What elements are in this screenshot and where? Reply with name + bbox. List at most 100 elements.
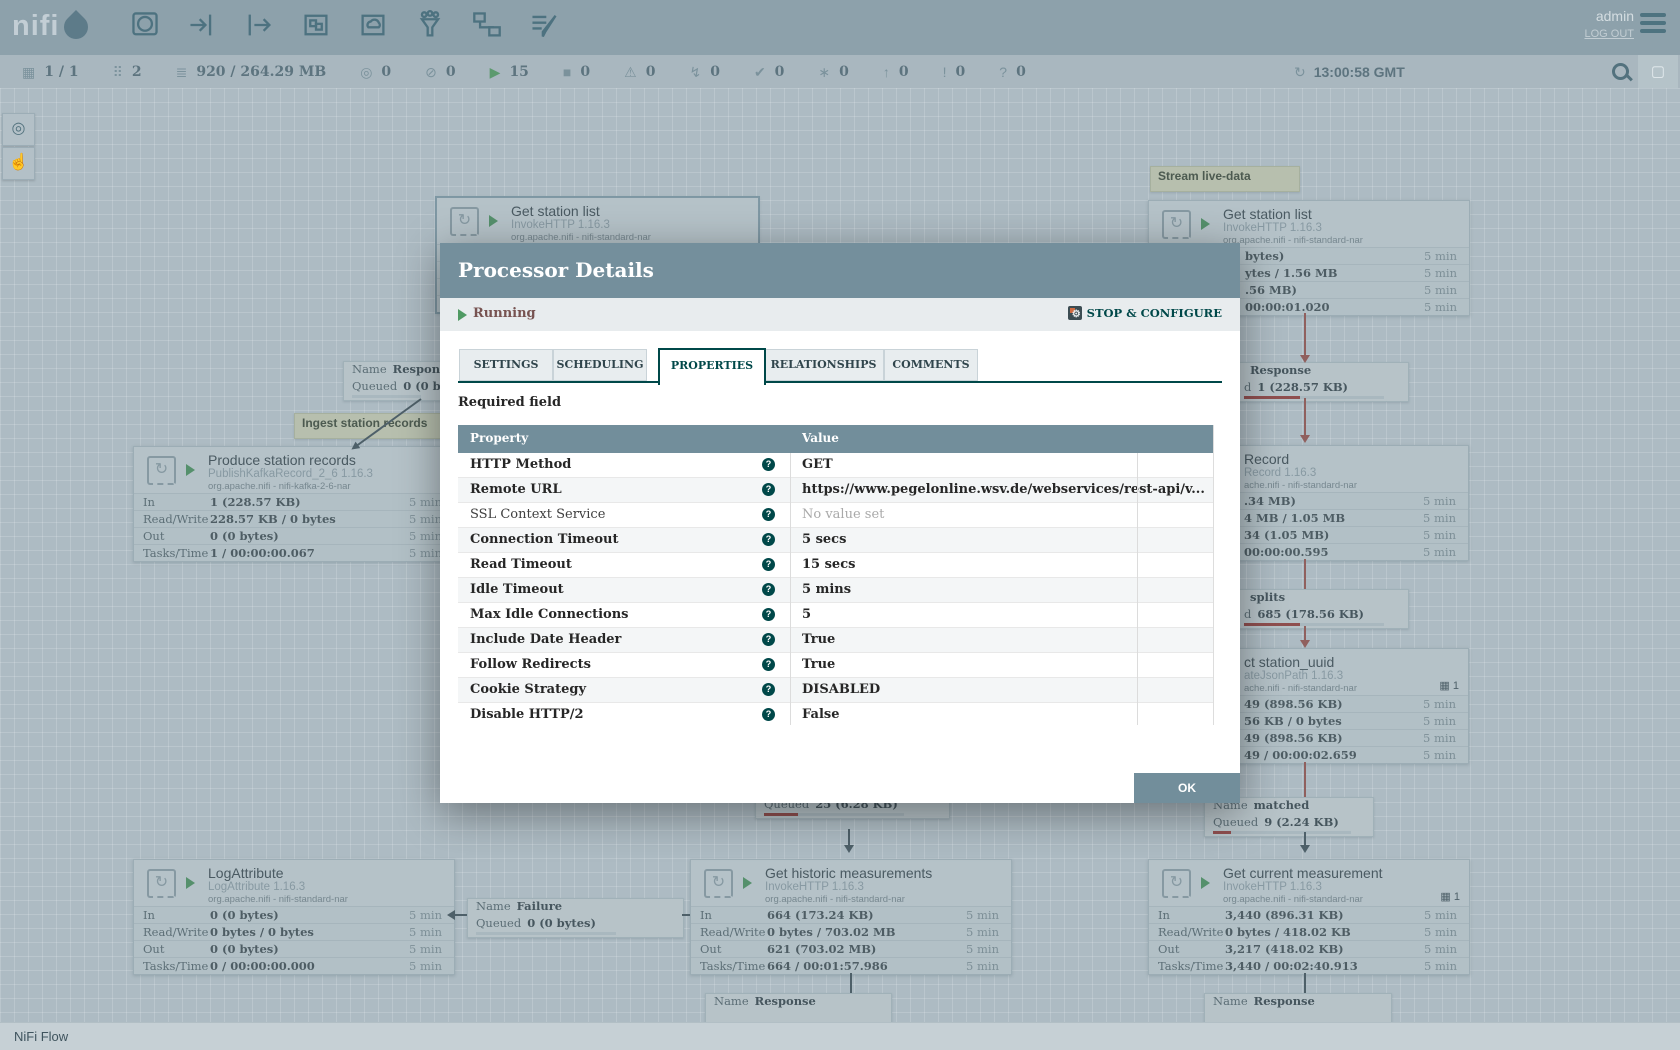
processor-extract-station-uuid[interactable]: ct station_uuidateJsonPath 1.16.3ache.ni…	[1233, 648, 1469, 764]
connection-label-failure[interactable]: NameFailureQueued0 (0 bytes)	[467, 898, 684, 938]
nifi-logo: nifi	[12, 10, 88, 46]
status-threads-count: 2	[132, 64, 142, 80]
dialog-titlebar: Processor Details	[440, 243, 1240, 298]
help-icon[interactable]: ?	[762, 558, 775, 571]
processor-stat-row: Out0 (0 bytes)5 min	[134, 527, 454, 544]
status-sync-failure-count: 0	[1016, 64, 1026, 80]
birdseye-toggle-button[interactable]: ▢	[1638, 55, 1678, 88]
property-value: 5 mins	[802, 582, 851, 597]
connection-line[interactable]	[455, 914, 467, 916]
help-icon[interactable]: ?	[762, 583, 775, 596]
processor-type: InvokeHTTP 1.16.3	[511, 219, 610, 231]
processor-stat-row: 49 (898.56 KB)5 min	[1234, 695, 1468, 712]
status-up-to-date-count: 0	[775, 64, 785, 80]
output-port-icon[interactable]	[242, 8, 276, 42]
processor-name: Get station list	[511, 203, 600, 219]
processor-icon: ↻	[1162, 869, 1191, 898]
connection-label-response-one[interactable]: Responsed1 (228.57 KB)	[1235, 362, 1409, 402]
funnel-icon[interactable]	[413, 8, 447, 42]
status-items: ▦1 / 1⠿2≣920 / 264.29 MB◎0⊘0▶15■0⚠0↯0✔0∗…	[22, 55, 1026, 88]
connection-label-splits[interactable]: splitsd685 (178.56 KB)	[1235, 589, 1409, 629]
processor-record[interactable]: RecordRecord 1.16.3ache.nifi - nifi-stan…	[1233, 445, 1469, 561]
template-icon[interactable]	[470, 8, 504, 42]
status-threads: ⠿2	[113, 64, 142, 80]
connection-label-matched[interactable]: NamematchedQueued9 (2.24 KB)	[1204, 797, 1374, 837]
property-row-remote-url: Remote URL?https://www.pegelonline.wsv.d…	[458, 478, 1213, 503]
active-threads-badge: ▦ 1	[1440, 890, 1460, 903]
tab-properties[interactable]: PROPERTIES	[658, 348, 766, 385]
processor-bundle: org.apache.nifi - nifi-standard-nar	[1223, 894, 1363, 905]
property-row-read-timeout: Read Timeout?15 secs	[458, 553, 1213, 578]
properties-table-header: Property Value	[458, 425, 1213, 453]
help-icon[interactable]: ?	[762, 658, 775, 671]
value-column-header: Value	[802, 431, 839, 445]
breadcrumb[interactable]: NiFi Flow	[14, 1029, 68, 1044]
connection-line[interactable]	[1304, 559, 1306, 589]
property-row-cookie-strategy: Cookie Strategy?DISABLED	[458, 678, 1213, 703]
run-status-icon	[1201, 877, 1210, 889]
connection-line[interactable]	[1304, 313, 1306, 358]
tab-settings[interactable]: SETTINGS	[459, 349, 553, 381]
connection-line[interactable]	[850, 973, 852, 993]
tab-comments[interactable]: COMMENTS	[884, 349, 978, 381]
property-name: Idle Timeout	[470, 582, 564, 597]
navigate-button[interactable]: ◎	[2, 113, 35, 146]
help-icon[interactable]: ?	[762, 633, 775, 646]
column-separator	[1137, 453, 1138, 725]
running-icon	[458, 309, 467, 321]
processor-icon[interactable]	[128, 8, 162, 42]
tab-scheduling[interactable]: SCHEDULING	[553, 349, 647, 381]
connection-line[interactable]	[1304, 973, 1306, 993]
connection-line[interactable]	[1304, 762, 1306, 797]
property-name: Include Date Header	[470, 632, 621, 647]
status-cluster: ▦1 / 1	[22, 64, 79, 80]
label-icon[interactable]	[527, 8, 561, 42]
help-icon[interactable]: ?	[762, 508, 775, 521]
ok-button[interactable]: OK	[1134, 773, 1240, 803]
process-group-icon[interactable]	[299, 8, 333, 42]
status-locally-modified-stale-count: 0	[956, 64, 966, 80]
refresh-area: ↻ 13:00:58 GMT	[1294, 55, 1405, 88]
help-icon[interactable]: ?	[762, 483, 775, 496]
refresh-icon[interactable]: ↻	[1294, 65, 1306, 79]
connection-line[interactable]	[682, 914, 690, 916]
logout-link[interactable]: LOG OUT	[1584, 28, 1634, 40]
dialog-title: Processor Details	[458, 243, 654, 298]
processor-name: Produce station records	[208, 452, 356, 468]
property-name: Connection Timeout	[470, 532, 618, 547]
help-icon[interactable]: ?	[762, 533, 775, 546]
square-icon: ■	[563, 65, 571, 79]
property-name: Read Timeout	[470, 557, 572, 572]
help-icon[interactable]: ?	[762, 683, 775, 696]
processor-stat-row: .34 MB)5 min	[1234, 492, 1468, 509]
processor-stat-row: 49 / 00:00:02.6595 min	[1234, 746, 1468, 763]
status-queued-count: 920 / 264.29 MB	[196, 64, 326, 80]
property-name: Remote URL	[470, 482, 562, 497]
processor-name: Record	[1244, 451, 1289, 467]
processor-produce-station-records[interactable]: ↻Produce station recordsPublishKafkaReco…	[133, 446, 455, 562]
hand-drag-button[interactable]: ☝	[2, 147, 35, 180]
processor-stat-row: Read/Write228.57 KB / 0 bytes5 min	[134, 510, 454, 527]
help-icon[interactable]: ?	[762, 608, 775, 621]
properties-table: Property Value HTTP Method?GETRemote URL…	[458, 425, 1214, 725]
active-threads-badge: ▦ 1	[1439, 679, 1459, 692]
help-icon[interactable]: ?	[762, 708, 775, 721]
processor-get-current-measurement[interactable]: ↻Get current measurementInvokeHTTP 1.16.…	[1148, 859, 1470, 975]
connection-label-response-zero[interactable]: NameResponseQueued0 (0 bytes	[343, 361, 444, 401]
global-menu-button[interactable]	[1640, 13, 1666, 35]
processor-logattribute[interactable]: ↻LogAttributeLogAttribute 1.16.3org.apac…	[133, 859, 455, 975]
connection-line[interactable]	[1304, 398, 1306, 438]
property-row-idle-timeout: Idle Timeout? 5 mins	[458, 578, 1213, 603]
help-icon[interactable]: ?	[762, 458, 775, 471]
input-port-icon[interactable]	[185, 8, 219, 42]
document-icon: ▢	[1651, 63, 1665, 80]
property-value: True	[802, 657, 835, 672]
info-icon[interactable]: i	[1213, 482, 1214, 497]
property-row-max-idle-connections: Max Idle Connections?5	[458, 603, 1213, 628]
processor-get-historic-measurements[interactable]: ↻Get historic measurementsInvokeHTTP 1.1…	[690, 859, 1012, 975]
flow-label-stream-live-data[interactable]: Stream live-data	[1150, 166, 1300, 192]
search-button[interactable]	[1608, 59, 1634, 85]
stop-and-configure-button[interactable]: ⚙STOP & CONFIGURE	[1068, 306, 1222, 320]
tab-relationships[interactable]: RELATIONSHIPS	[763, 349, 884, 381]
remote-process-group-icon[interactable]	[356, 8, 390, 42]
